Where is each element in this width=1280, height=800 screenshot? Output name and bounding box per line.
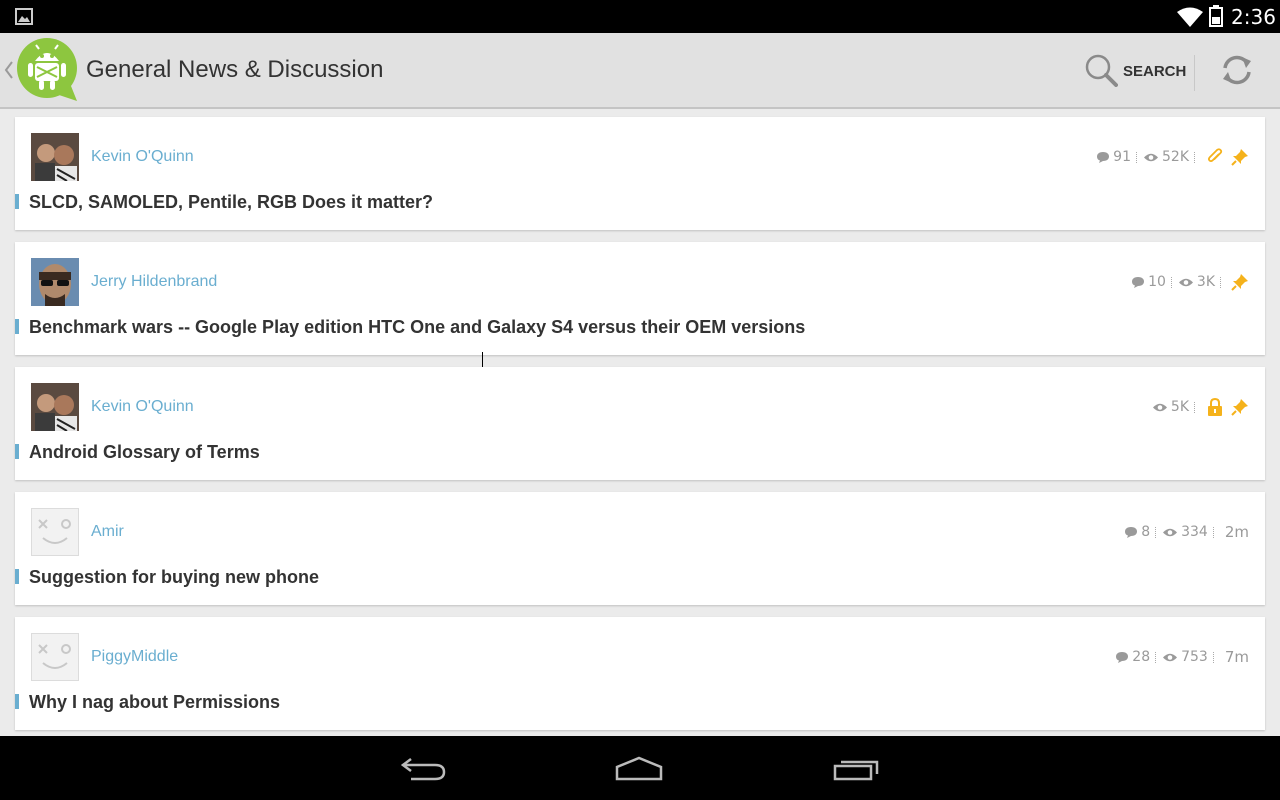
reply-count: 8 [1124,524,1150,540]
unread-indicator [15,694,19,709]
view-count: 5K [1152,399,1189,415]
attachment-icon [1207,148,1223,166]
default-avatar-icon [31,633,79,681]
author-name[interactable]: Amir [91,523,124,541]
stat-separator [1194,151,1196,163]
avatar [31,633,79,681]
thread-card[interactable]: Kevin O'Quinn 91 52K SLCD, SAMOLED, Pent… [15,117,1265,230]
pin-icon [1231,273,1249,291]
android-logo-icon[interactable] [15,37,81,103]
pin-icon [1231,398,1249,416]
stat-separator [1194,401,1196,413]
stat-separator [1212,526,1215,538]
recents-icon[interactable] [833,756,881,782]
lock-icon [1207,398,1223,416]
thread-card[interactable]: PiggyMiddle 28 753 7m Why I nag about Pe… [15,617,1265,730]
reply-count-value: 8 [1141,524,1151,540]
view-count-value: 3K [1196,274,1215,290]
user-photo-icon [31,383,79,431]
back-icon[interactable] [401,756,447,782]
view-count-value: 5K [1170,399,1189,415]
page-title: General News & Discussion [86,56,384,83]
status-time: 2:36 [1231,5,1276,29]
navigation-bar [0,736,1280,800]
image-notification-icon [15,8,33,25]
author-name[interactable]: PiggyMiddle [91,648,178,666]
default-avatar-icon [31,508,79,556]
search-button[interactable]: SEARCH [1076,47,1192,93]
eye-icon [1163,653,1178,661]
reply-count: 10 [1131,274,1166,290]
status-bar: 2:36 [0,0,1280,33]
search-icon [1085,54,1118,87]
action-bar: General News & Discussion SEARCH [0,33,1280,109]
home-icon[interactable] [614,756,664,782]
action-bar-divider [1194,55,1195,91]
thread-stats: 91 52K [1096,147,1249,167]
refresh-button[interactable] [1212,45,1262,95]
eye-icon [1152,403,1167,411]
thread-stats: 8 334 2m [1124,522,1249,542]
avatar [31,383,79,431]
comment-icon [1097,151,1110,163]
stat-separator [1212,651,1215,663]
view-count: 753 [1162,649,1208,665]
avatar [31,133,79,181]
battery-icon [1209,5,1223,27]
view-count: 3K [1178,274,1215,290]
stat-separator [1155,651,1157,663]
thread-stats: 10 3K [1131,272,1249,292]
thread-title[interactable]: Suggestion for buying new phone [29,567,319,588]
unread-indicator [15,319,19,334]
thread-title[interactable]: Benchmark wars -- Google Play edition HT… [29,317,805,338]
last-post-time: 2m [1224,523,1249,541]
reply-count-value: 91 [1113,149,1131,165]
author-name[interactable]: Kevin O'Quinn [91,398,194,416]
thread-title[interactable]: SLCD, SAMOLED, Pentile, RGB Does it matt… [29,192,433,213]
text-cursor [482,352,483,367]
eye-icon [1163,528,1178,536]
stat-separator [1155,526,1157,538]
stat-separator [1220,276,1222,288]
thread-title[interactable]: Android Glossary of Terms [29,442,260,463]
up-caret-icon[interactable] [4,60,14,80]
reply-count-value: 28 [1132,649,1151,665]
view-count-value: 753 [1181,649,1208,665]
wifi-icon [1177,7,1203,27]
user-photo-icon [31,133,79,181]
thread-title[interactable]: Why I nag about Permissions [29,692,280,713]
thread-card[interactable]: Jerry Hildenbrand 10 3K Benchmark wars -… [15,242,1265,355]
thread-stats: 5K [1152,397,1249,417]
avatar [31,508,79,556]
author-name[interactable]: Jerry Hildenbrand [91,273,217,291]
view-count-value: 334 [1181,524,1208,540]
thread-card[interactable]: Amir 8 334 2m Suggestion for buying new … [15,492,1265,605]
eye-icon [1178,278,1193,286]
comment-icon [1132,276,1145,288]
search-label: SEARCH [1123,63,1187,80]
eye-icon [1144,153,1158,161]
reply-count-value: 10 [1148,274,1166,290]
reply-count: 28 [1115,649,1150,665]
unread-indicator [15,444,19,459]
user-photo-icon [31,258,79,306]
unread-indicator [15,194,19,209]
view-count-value: 52K [1162,149,1189,165]
comment-icon [1125,526,1138,538]
refresh-icon [1223,55,1251,85]
author-name[interactable]: Kevin O'Quinn [91,148,194,166]
avatar [31,258,79,306]
comment-icon [1116,651,1129,663]
unread-indicator [15,569,19,584]
pin-icon [1231,148,1249,166]
view-count: 334 [1162,524,1208,540]
thread-card[interactable]: Kevin O'Quinn 5K Android Glossary of Ter… [15,367,1265,480]
last-post-time: 7m [1224,648,1249,666]
stat-separator [1170,276,1173,288]
reply-count: 91 [1096,149,1131,165]
stat-separator [1136,151,1138,163]
thread-stats: 28 753 7m [1115,647,1249,667]
view-count: 52K [1143,149,1189,165]
